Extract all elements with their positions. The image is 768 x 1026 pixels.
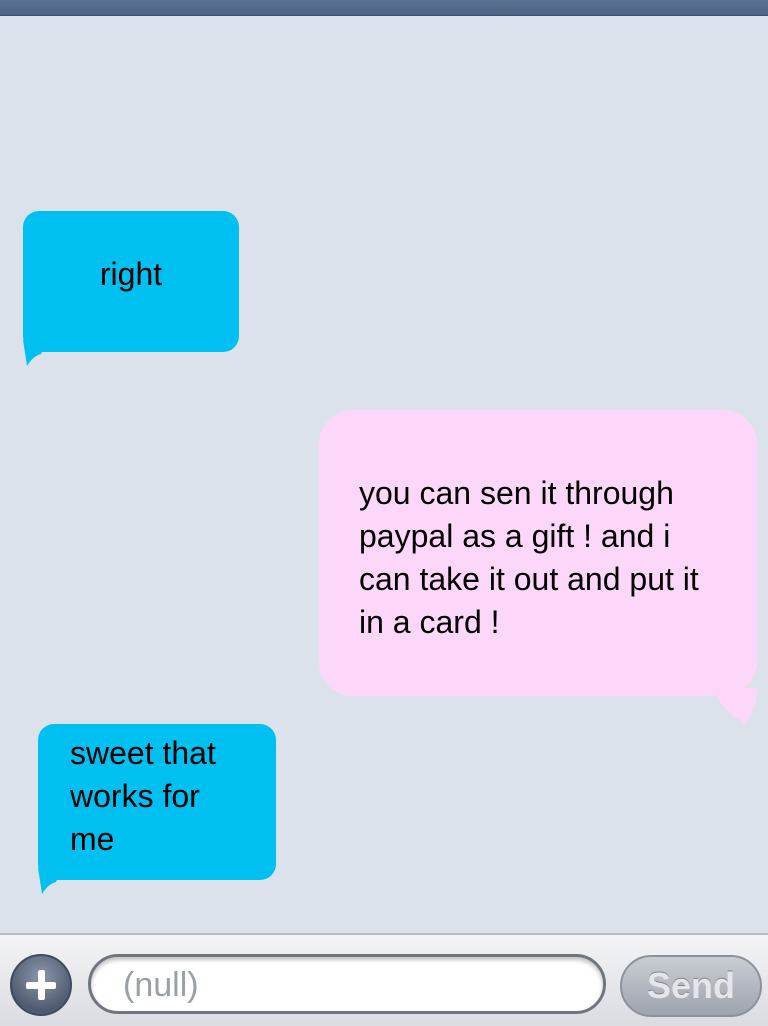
message-bubble-outgoing: you can sen it through paypal as a gift … — [319, 410, 757, 726]
message-input[interactable]: (null) — [88, 954, 606, 1014]
send-button-label: Send — [646, 965, 735, 1006]
message-text: sweet that works for me — [70, 735, 216, 857]
message-input-bar: (null) Send — [0, 933, 768, 1026]
message-text: right — [99, 256, 163, 292]
bubble-tail-icon — [23, 340, 51, 366]
message-input-placeholder: (null) — [123, 966, 199, 1004]
message-text: you can sen it through paypal as a gift … — [359, 475, 699, 640]
send-button[interactable]: Send — [620, 955, 762, 1017]
message-thread[interactable]: right you can sen it through paypal as a… — [0, 16, 768, 932]
top-bar — [0, 0, 768, 16]
bubble-tail-icon — [713, 688, 757, 726]
message-bubble-incoming: sweet that works for me — [38, 724, 276, 894]
message-bubble-incoming: right — [23, 211, 239, 366]
add-attachment-button[interactable] — [10, 954, 72, 1016]
bubble-tail-icon — [38, 868, 66, 894]
